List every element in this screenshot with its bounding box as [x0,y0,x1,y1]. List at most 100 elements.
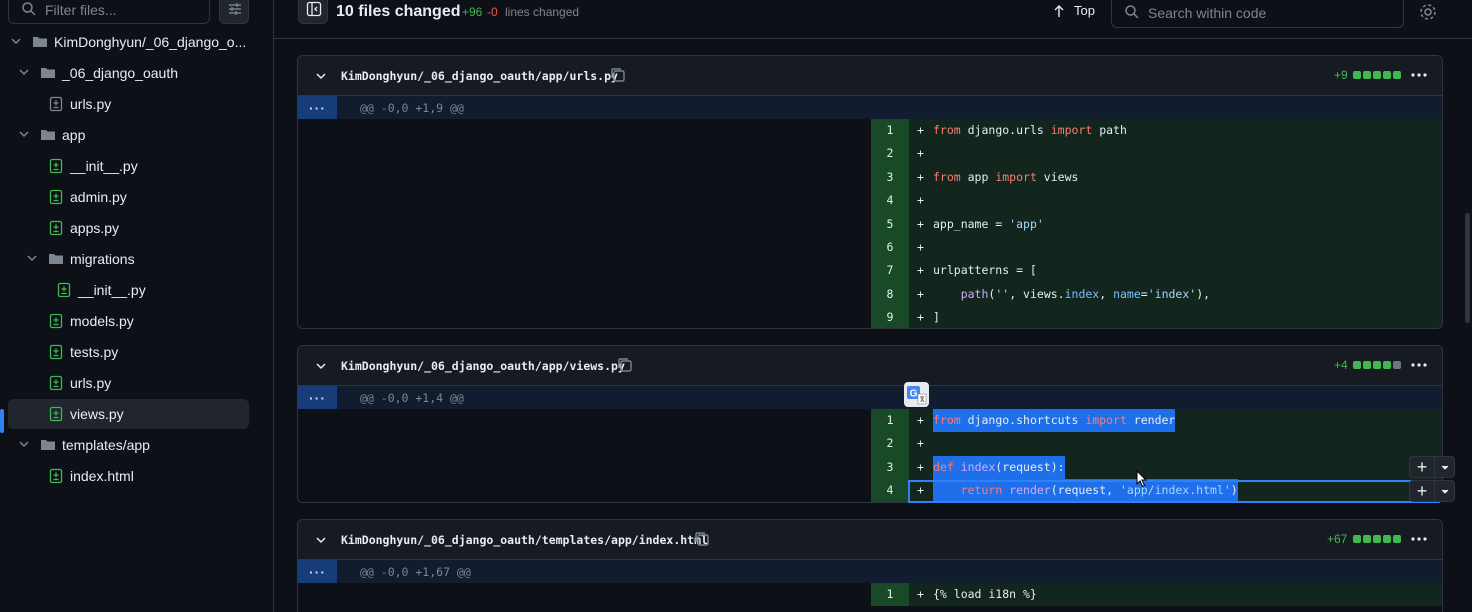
line-code: + from django.shortcuts import render [909,409,1442,433]
diff-line[interactable]: 3 + def index(request): [298,455,1442,480]
tree-file[interactable]: apps.py [0,213,274,243]
translate-icon[interactable]: G [904,382,929,407]
expand-hunk-button[interactable]: ··· [298,560,337,583]
tree-file[interactable]: views.py [8,399,249,429]
diff-line[interactable]: 9 +] [298,306,1442,328]
chevron-down-icon[interactable] [26,252,38,264]
tree-folder[interactable]: KimDonghyun/_06_django_o... [0,27,274,57]
diff-line[interactable]: 1 + from django.urls import path [298,119,1442,143]
filter-options-button[interactable] [219,0,249,24]
add-comment-button[interactable]: + [1409,456,1435,478]
line-number[interactable]: 9 [871,306,909,328]
tree-file[interactable]: __init__.py [0,151,274,181]
line-number[interactable]: 8 [871,282,909,307]
tree-folder[interactable]: migrations [0,244,274,274]
line-number[interactable]: 1 [871,119,909,143]
chevron-down-icon[interactable] [315,70,327,82]
diff-file-header: KimDonghyun/_06_django_oauth/templates/a… [298,520,1442,560]
chevron-down-icon[interactable] [315,534,327,546]
diff-file-panel: KimDonghyun/_06_django_oauth/app/urls.py… [297,55,1443,329]
toggle-file-tree-button[interactable] [298,0,328,24]
tree-label: tests.py [70,344,119,360]
folder-icon [41,68,55,78]
diff-line[interactable]: 1 + from django.shortcuts import render [298,409,1442,433]
diff-marker: + [917,459,924,474]
chevron-down-icon[interactable] [18,438,30,450]
folder-icon [41,130,55,140]
line-code: + from app import views [909,165,1442,190]
diff-marker: + [917,286,924,301]
chevron-down-icon[interactable] [10,35,22,47]
chevron-down-icon[interactable] [18,66,30,78]
search-within-code-input[interactable]: Search within code [1111,0,1404,28]
diff-marker: + [917,310,924,325]
tree-file[interactable]: index.html [0,461,274,491]
tree-folder[interactable]: app [0,120,274,150]
diff-line[interactable]: 7 + urlpatterns = [ [298,259,1442,283]
selected-indicator [0,409,4,433]
tree-label: templates/app [62,437,150,453]
diff-line[interactable]: 3 + from app import views [298,165,1442,190]
line-number[interactable]: 4 [871,189,909,213]
line-code: + def index(request): [909,455,1442,480]
line-number[interactable]: 2 [871,142,909,166]
scrollbar[interactable] [1465,213,1470,323]
tree-label: admin.py [70,189,127,205]
tree-label: _06_django_oauth [62,65,179,81]
file-diff-icon [49,406,63,422]
tree-file[interactable]: admin.py [0,182,274,212]
diff-line[interactable]: 5 + app_name = 'app' [298,212,1442,236]
diff-marker: + [917,216,924,231]
tree-file[interactable]: tests.py [0,337,274,367]
expand-hunk-button[interactable]: ··· [298,386,337,409]
tree-file[interactable]: __init__.py [0,275,274,305]
search-placeholder: Search within code [1148,5,1267,21]
tree-file[interactable]: urls.py [0,89,274,119]
diff-line[interactable]: 2 + [298,142,1442,166]
tree-folder[interactable]: templates/app [0,430,274,460]
gear-icon[interactable] [1418,2,1438,22]
additions-count: +96 [462,5,483,19]
kebab-icon[interactable] [1410,68,1428,82]
comment-options-button[interactable] [1435,480,1455,502]
tree-folder[interactable]: _06_django_oauth [0,58,274,88]
diff-marker: + [917,193,924,208]
line-number[interactable]: 2 [871,432,909,456]
diff-line[interactable]: 4 + [298,189,1442,213]
diffstat-blocks [1353,71,1401,79]
file-path: KimDonghyun/_06_django_oauth/app/views.p… [341,359,625,373]
code-text: ] [933,310,940,325]
line-number[interactable]: 1 [871,583,909,607]
file-diff-icon [57,282,71,298]
chevron-down-icon[interactable] [315,360,327,372]
line-number[interactable]: 1 [871,409,909,433]
copy-icon[interactable] [616,356,634,374]
filter-files-input[interactable]: Filter files... [8,0,210,24]
hunk-range: @@ -0,0 +1,9 @@ [360,101,464,115]
chevron-down-icon[interactable] [18,128,30,140]
copy-icon[interactable] [693,530,711,548]
comment-options-button[interactable] [1435,456,1455,478]
line-number[interactable]: 3 [871,165,909,190]
diff-line[interactable]: 1 + {% load i18n %} [298,583,1442,607]
line-number[interactable]: 5 [871,212,909,236]
line-number[interactable]: 3 [871,455,909,480]
file-diff-icon [49,189,63,205]
line-number[interactable]: 6 [871,236,909,260]
tree-file[interactable]: models.py [0,306,274,336]
line-number[interactable]: 7 [871,259,909,283]
tree-file[interactable]: urls.py [0,368,274,398]
line-number[interactable]: 4 [871,479,909,502]
kebab-icon[interactable] [1410,532,1428,546]
add-comment-button[interactable]: + [1409,480,1435,502]
diff-line[interactable]: 8 + path('', views.index, name='index'), [298,282,1442,307]
diff-line[interactable]: 2 + [298,432,1442,456]
files-changed-count: 10 files changed [336,3,461,20]
copy-icon[interactable] [609,66,627,84]
expand-hunk-button[interactable]: ··· [298,96,337,119]
tree-label: __init__.py [78,282,146,298]
kebab-icon[interactable] [1410,358,1428,372]
file-diff-icon [49,313,63,329]
tree-label: urls.py [70,375,112,391]
diff-line[interactable]: 6 + [298,236,1442,260]
